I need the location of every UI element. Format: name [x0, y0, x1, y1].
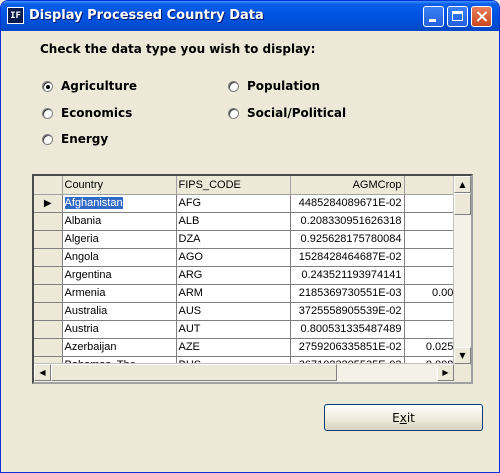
table-cell[interactable]: 2759206335851E-02 — [290, 338, 405, 357]
table-cell[interactable]: Algeria — [62, 230, 177, 249]
table-cell[interactable]: Angola — [62, 248, 177, 267]
row-selector[interactable] — [34, 212, 63, 231]
table-row[interactable]: Armenia ARM 2185369730551E-03 0.007 — [34, 284, 463, 303]
table-cell[interactable]: 2185369730551E-03 — [290, 284, 405, 303]
table-cell[interactable]: Argentina — [62, 266, 177, 285]
table-row[interactable]: Algeria DZA 0.925628175780084 — [34, 230, 463, 249]
table-cell[interactable]: ALB — [176, 212, 291, 231]
table-row[interactable]: Azerbaijan AZE 2759206335851E-02 0.0257 — [34, 338, 463, 357]
radio-economics[interactable]: Economics — [42, 105, 132, 121]
table-cell[interactable]: 1528428464687E-02 — [290, 248, 405, 267]
table-row[interactable]: Argentina ARG 0.243521193974141 — [34, 266, 463, 285]
window-title: Display Processed Country Data — [29, 8, 264, 23]
scrollbar-corner — [454, 364, 471, 382]
horizontal-scroll-thumb[interactable] — [51, 364, 337, 381]
table-cell[interactable]: ARM — [176, 284, 291, 303]
grid-header-row: Country FIPS_CODE AGMCrop — [34, 176, 463, 195]
table-cell[interactable]: AFG — [176, 194, 291, 213]
close-button[interactable] — [471, 6, 492, 27]
radio-energy[interactable]: Energy — [42, 131, 108, 147]
row-selector[interactable] — [34, 284, 63, 303]
scroll-left-button[interactable]: ◀ — [34, 364, 51, 381]
table-row[interactable]: Albania ALB 0.208330951626318 — [34, 212, 463, 231]
radio-label: Population — [247, 79, 321, 93]
radio-circle[interactable] — [42, 133, 53, 145]
radio-label: Agriculture — [61, 79, 138, 93]
radio-label: Economics — [61, 106, 133, 120]
data-grid[interactable]: Country FIPS_CODE AGMCrop ▶ Afghanistan AF… — [32, 174, 473, 384]
table-cell[interactable]: 4485284089671E-02 — [290, 194, 405, 213]
radio-circle[interactable] — [42, 80, 53, 92]
instruction-label: Check the data type you wish to display: — [40, 42, 316, 56]
table-cell[interactable]: Armenia — [62, 284, 177, 303]
grid-corner — [34, 176, 63, 195]
row-selector[interactable] — [34, 266, 63, 285]
app-window: IF Display Processed Country Data Check … — [0, 0, 500, 473]
table-cell[interactable]: AUT — [176, 320, 291, 339]
row-selector[interactable] — [34, 248, 63, 267]
title-bar[interactable]: IF Display Processed Country Data — [1, 1, 499, 31]
table-cell[interactable]: Albania — [62, 212, 177, 231]
table-cell[interactable]: ARG — [176, 266, 291, 285]
column-header[interactable]: AGMCrop — [290, 176, 405, 195]
radio-agriculture[interactable]: Agriculture — [42, 78, 137, 94]
table-cell[interactable]: 0.800531335487489 — [290, 320, 405, 339]
radio-population[interactable]: Population — [228, 78, 320, 94]
table-row[interactable]: Australia AUS 3725558905539E-02 — [34, 302, 463, 321]
maximize-button[interactable] — [447, 6, 468, 27]
radio-label: Social/Political — [247, 106, 347, 120]
row-selector[interactable] — [34, 338, 63, 357]
table-cell[interactable]: AGO — [176, 248, 291, 267]
grid-table: Country FIPS_CODE AGMCrop ▶ Afghanistan AF… — [34, 176, 463, 382]
arrow-down-icon: ▼ — [459, 351, 466, 360]
vertical-scrollbar[interactable]: ▲ ▼ — [453, 176, 471, 364]
arrow-right-icon: ▶ — [442, 368, 449, 377]
scroll-right-button[interactable]: ▶ — [437, 364, 454, 381]
arrow-up-icon: ▲ — [459, 180, 466, 189]
table-cell[interactable]: 0.925628175780084 — [290, 230, 405, 249]
arrow-left-icon: ◀ — [39, 368, 46, 377]
column-header[interactable]: FIPS_CODE — [176, 176, 291, 195]
app-icon: IF — [7, 7, 24, 24]
table-row[interactable]: ▶ Afghanistan AFG 4485284089671E-02 — [34, 194, 463, 213]
exit-button[interactable]: Exit — [324, 404, 483, 431]
row-selector[interactable]: ▶ — [34, 194, 63, 213]
radio-label: Energy — [61, 132, 109, 146]
minimize-icon — [429, 19, 436, 22]
exit-button-label: Exit — [392, 410, 415, 425]
table-cell[interactable]: Austria — [62, 320, 177, 339]
table-row[interactable]: Austria AUT 0.800531335487489 — [34, 320, 463, 339]
table-cell[interactable]: DZA — [176, 230, 291, 249]
table-cell[interactable]: AUS — [176, 302, 291, 321]
radio-circle[interactable] — [228, 107, 239, 119]
table-cell[interactable]: Azerbaijan — [62, 338, 177, 357]
table-cell[interactable]: 0.208330951626318 — [290, 212, 405, 231]
table-cell[interactable]: Australia — [62, 302, 177, 321]
minimize-button[interactable] — [423, 6, 444, 27]
horizontal-scrollbar[interactable]: ◀ ▶ — [34, 363, 454, 382]
table-row[interactable]: Angola AGO 1528428464687E-02 — [34, 248, 463, 267]
row-selector[interactable] — [34, 302, 63, 321]
scroll-up-button[interactable]: ▲ — [454, 176, 471, 193]
scroll-down-button[interactable]: ▼ — [454, 347, 471, 364]
column-header[interactable]: Country — [62, 176, 177, 195]
maximize-icon — [452, 11, 463, 21]
radio-circle[interactable] — [42, 107, 53, 119]
radio-circle[interactable] — [228, 80, 239, 92]
vertical-scroll-thumb[interactable] — [454, 193, 471, 215]
radio-social-political[interactable]: Social/Political — [228, 105, 346, 121]
table-cell[interactable]: Afghanistan — [62, 194, 177, 213]
table-cell[interactable]: AZE — [176, 338, 291, 357]
row-selector[interactable] — [34, 230, 63, 249]
row-selector[interactable] — [34, 320, 63, 339]
table-cell[interactable]: 0.243521193974141 — [290, 266, 405, 285]
table-cell[interactable]: 3725558905539E-02 — [290, 302, 405, 321]
